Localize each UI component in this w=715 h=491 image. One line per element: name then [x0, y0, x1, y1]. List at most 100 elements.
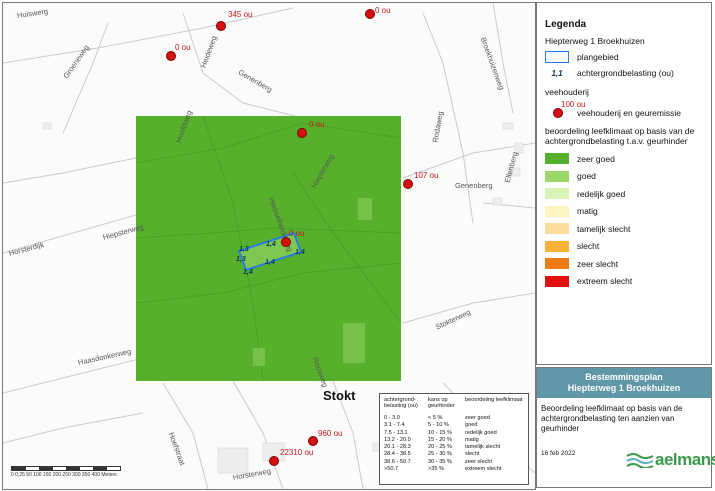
place-label: Stokt	[323, 388, 356, 403]
farm-emission-label: 0 ou	[289, 229, 305, 238]
map-date: 16 feb 2022	[541, 450, 576, 457]
logo-text: aelmans	[655, 450, 715, 469]
plangebied-symbol	[545, 51, 569, 63]
farm-marker[interactable]	[365, 9, 375, 19]
map-frame[interactable]: Huiswerg Groeneweg Heideweg Genenberg Ho…	[2, 2, 536, 490]
legend-class: goed	[545, 168, 703, 186]
class-swatch	[545, 205, 569, 217]
class-swatch	[545, 153, 569, 165]
class-swatch	[545, 170, 569, 182]
table-cell: tamelijk slecht	[465, 444, 501, 451]
legend-item-veehouderij: 100 ou veehouderij en geuremissie	[545, 100, 703, 120]
legend-item-plangebied: plangebied	[545, 49, 703, 65]
legend-item-background-load: 1,1 achtergrondbelasting (ou)	[545, 65, 703, 81]
class-swatch	[545, 223, 569, 235]
background-load-label: 1,3	[236, 256, 246, 263]
scale-unit: Meters	[101, 472, 117, 478]
title-line-1: Bestemmingsplan	[585, 372, 663, 382]
background-load-label: 1,3	[239, 246, 249, 253]
map-subject: Beoordeling leefklimaat op basis van de …	[541, 404, 683, 433]
table-row: >50.7 >35 % extreem slecht	[384, 466, 524, 473]
scale-bar-graphic	[11, 466, 121, 471]
farm-emission-label: 0 ou	[309, 120, 325, 129]
table-row: 13.2 - 20.0 15 - 20 % matig	[384, 437, 524, 444]
farm-emission-label: 0 ou	[375, 6, 391, 15]
table-header: kans op geurhinder	[428, 397, 455, 409]
table-cell: zeer slecht	[465, 458, 493, 465]
class-label: extreem slecht	[577, 276, 633, 287]
table-cell: 7.5 - 13.1	[384, 429, 408, 436]
class-swatch	[545, 275, 569, 287]
legend-classes: zeer goed goed redelijk goed matig tamel…	[545, 150, 703, 290]
table-header: beoordeling leefklimaat	[465, 397, 523, 403]
legend-item-label: plangebied	[577, 52, 619, 62]
scale-bar: 0 0,25 50 100 150 200 250 300 350 400 Me…	[11, 466, 131, 478]
farm-marker[interactable]	[166, 51, 176, 61]
farm-marker[interactable]	[403, 179, 413, 189]
table-cell: 25 - 30 %	[428, 451, 452, 458]
table-cell: 3.1 - 7.4	[384, 422, 405, 429]
table-cell: >35 %	[428, 466, 445, 473]
class-label: matig	[577, 206, 598, 217]
table-cell: redelijk goed	[465, 429, 497, 436]
table-cell: 13.2 - 20.0	[384, 436, 411, 443]
table-cell: < 5 %	[428, 415, 443, 421]
legend-class: tamelijk slecht	[545, 220, 703, 238]
class-swatch	[545, 258, 569, 270]
table-row: 20.1 - 28.3 20 - 25 % tamelijk slecht	[384, 444, 524, 451]
legend-title: Legenda	[545, 19, 587, 30]
table-cell: matig	[465, 436, 479, 443]
background-load-label: 1,4	[295, 249, 305, 256]
legend-class: matig	[545, 203, 703, 221]
title-line-2: Hiepterweg 1 Broekhuizen	[567, 383, 681, 393]
farm-emission-label: 22310 ou	[280, 448, 314, 457]
legend-panel: Legenda Hiepterweg 1 Broekhuizen plangeb…	[536, 2, 712, 365]
legend-item-label: achtergrondbelasting (ou)	[577, 68, 674, 78]
farm-emission-label: 107 ou	[414, 171, 439, 180]
background-load-label: 1,4	[266, 241, 276, 248]
farm-marker[interactable]	[281, 237, 291, 247]
table-cell: goed	[465, 422, 478, 429]
farm-emission-label: 345 ou	[228, 10, 253, 19]
table-row: 3.1 - 7.4 5 - 10 % goed	[384, 422, 524, 429]
farm-marker[interactable]	[269, 456, 279, 466]
classification-table: achtergrond-belasting (ou) kans op geurh…	[379, 393, 529, 485]
title-block: Bestemmingsplan Hiepterweg 1 Broekhuizen…	[536, 367, 715, 488]
class-label: goed	[577, 171, 596, 182]
legend-class: redelijk goed	[545, 185, 703, 203]
legend-assessment-heading: beoordeling leefklimaat op basis van de …	[545, 126, 695, 146]
legend-class: extreem slecht	[545, 273, 703, 291]
table-row: 38.6 - 50.7 30 - 35 % zeer slecht	[384, 459, 524, 466]
class-swatch	[545, 188, 569, 200]
class-label: slecht	[577, 241, 600, 252]
table-header: achtergrond-belasting (ou)	[384, 397, 418, 409]
table-row: 28.4 - 38.5 25 - 30 % slecht	[384, 451, 524, 458]
farm-marker[interactable]	[297, 128, 307, 138]
farm-marker[interactable]	[216, 21, 226, 31]
table-cell: 28.4 - 38.5	[384, 451, 411, 458]
table-row: 0 - 3.0 < 5 % zeer goed	[384, 415, 524, 422]
class-label: redelijk goed	[577, 188, 626, 199]
scale-ticks: 0 0,25 50 100 150 200 250 300 350 400 Me…	[11, 472, 131, 478]
table-cell: >50.7	[384, 466, 399, 473]
title-banner: Bestemmingsplan Hiepterweg 1 Broekhuizen	[537, 368, 711, 398]
background-load-label: 1,4	[243, 269, 253, 276]
road-label: Genenberg	[455, 181, 493, 190]
legend-class: slecht	[545, 238, 703, 256]
table-cell: 5 - 10 %	[428, 422, 449, 429]
class-label: zeer goed	[577, 153, 615, 164]
class-label: zeer slecht	[577, 258, 619, 269]
table-row: 7.5 - 13.1 10 - 15 % redelijk goed	[384, 430, 524, 437]
table-cell: 38.6 - 50.7	[384, 458, 411, 465]
legend-class: zeer goed	[545, 150, 703, 168]
class-label: tamelijk slecht	[577, 223, 631, 234]
table-cell: 30 - 35 %	[428, 458, 452, 465]
legend-class: zeer slecht	[545, 255, 703, 273]
company-logo: aelmans	[625, 450, 715, 470]
table-cell: 10 - 15 %	[428, 429, 452, 436]
farm-symbol	[553, 108, 563, 118]
farm-marker[interactable]	[308, 436, 318, 446]
logo-waves-icon	[626, 453, 654, 468]
table-cell: 20.1 - 28.3	[384, 444, 411, 451]
table-cell: zeer goed	[465, 415, 490, 421]
